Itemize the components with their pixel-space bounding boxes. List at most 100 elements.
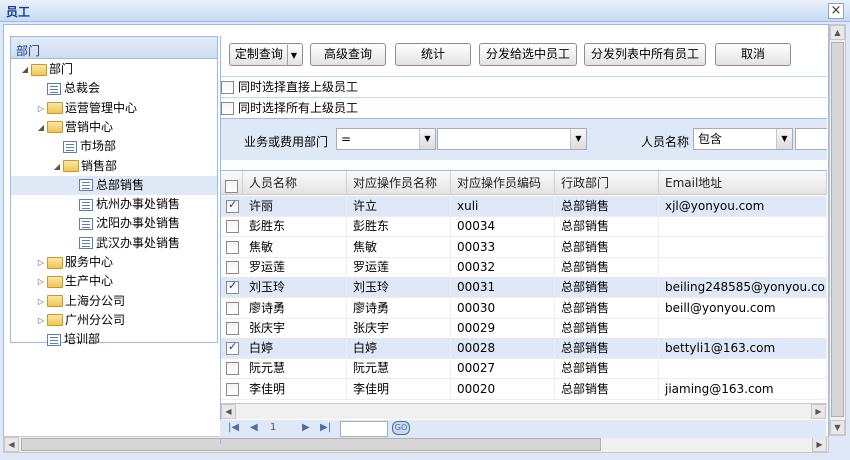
expand-icon[interactable]: ▷ [35, 311, 47, 330]
vertical-scroll-thumb[interactable] [831, 42, 844, 417]
cell-name: 李佳明 [243, 378, 347, 400]
tree-node[interactable]: ▷ 上海分公司 [35, 292, 125, 311]
table-row[interactable]: 廖诗勇 廖诗勇 00030 总部销售 beill@yonyou.com [221, 297, 827, 319]
row-checkbox[interactable] [226, 382, 239, 396]
select-all-cell[interactable] [221, 171, 243, 195]
last-page-icon[interactable]: ▶| [320, 422, 331, 433]
col-header-op-name[interactable]: 对应操作员名称 [347, 171, 451, 195]
table-row[interactable]: 彭胜东 彭胜东 00034 总部销售 [221, 216, 827, 238]
custom-query-button[interactable]: 定制查询 ▼ [229, 43, 303, 66]
page-input[interactable] [340, 421, 388, 437]
scroll-right-icon[interactable]: ▶ [811, 404, 826, 419]
cell-dept: 总部销售 [555, 358, 659, 380]
chevron-down-icon[interactable]: ▼ [570, 129, 586, 149]
cell-op-code: 00033 [451, 236, 555, 258]
row-checkbox[interactable] [226, 260, 239, 274]
table-row[interactable]: 白婷白婷00028总部销售bettyli1@163.com [221, 338, 827, 360]
row-checkbox[interactable] [226, 340, 239, 356]
tree-node[interactable]: 市场部 [51, 137, 116, 156]
scroll-up-icon[interactable]: ▲ [830, 25, 845, 40]
dept-operator-select[interactable]: = ▼ [336, 128, 436, 150]
col-header-email[interactable]: Email地址 [659, 171, 827, 195]
vertical-scrollbar[interactable]: ▲ ▼ [829, 24, 846, 436]
dispatch-all-button[interactable]: 分发列表中所有员工 [584, 43, 706, 66]
table-row[interactable]: 刘玉玲刘玉玲00031总部销售beiling248585@yonyou.com [221, 277, 827, 299]
tree-node[interactable]: ▷ 运营管理中心 [35, 99, 137, 118]
tree-node[interactable]: ◢ 销售部 [51, 157, 117, 176]
tree-node[interactable]: ▷ 生产中心 [35, 272, 113, 291]
table-row[interactable]: 罗运莲 罗运莲 00032 总部销售 [221, 256, 827, 278]
tree-node-label: 培训部 [64, 332, 101, 347]
expand-icon[interactable]: ▷ [35, 292, 47, 311]
name-operator-select[interactable]: 包含 ▼ [693, 128, 793, 150]
col-header-dept[interactable]: 行政部门 [555, 171, 659, 195]
prev-page-icon[interactable]: ◀ [250, 422, 258, 433]
table-row[interactable]: 阮元慧 阮元慧 00027 总部销售 [221, 358, 827, 380]
cell-name: 刘玉玲 [243, 277, 347, 299]
table-row[interactable]: 焦敏 焦敏 00033 总部销售 [221, 236, 827, 258]
dept-value-select[interactable]: ▼ [437, 128, 587, 150]
option-direct-superior[interactable]: 同时选择直接上级员工 [221, 76, 827, 98]
dispatch-selected-button[interactable]: 分发给选中员工 [479, 43, 577, 66]
collapse-icon[interactable]: ◢ [35, 118, 47, 137]
cell-dept: 总部销售 [555, 256, 659, 278]
pager: |◀ ◀ 1 ▶ ▶| GO [220, 420, 826, 438]
department-icon [79, 198, 93, 211]
folder-icon [47, 314, 63, 327]
collapse-icon[interactable]: ◢ [51, 157, 63, 176]
row-checkbox[interactable] [226, 279, 239, 295]
scroll-left-icon[interactable]: ◀ [4, 437, 19, 452]
tree-node-label: 营销中心 [65, 119, 114, 134]
table-row[interactable]: 许丽许立xuli总部销售xjl@yonyou.com [221, 196, 827, 217]
collapse-icon[interactable]: ◢ [19, 60, 31, 79]
cell-op-name: 彭胜东 [347, 216, 451, 238]
col-header-op-code[interactable]: 对应操作员编码 [451, 171, 555, 195]
expand-icon[interactable]: ▷ [35, 272, 47, 291]
row-checkbox[interactable] [226, 321, 239, 335]
chevron-down-icon[interactable]: ▼ [419, 129, 435, 149]
stats-button[interactable]: 统计 [395, 43, 471, 66]
tree-node[interactable]: 武汉办事处销售 [67, 234, 180, 253]
expand-icon[interactable]: ▷ [35, 99, 47, 118]
cancel-button[interactable]: 取消 [715, 43, 791, 66]
advanced-query-button[interactable]: 高级查询 [310, 43, 386, 66]
employee-grid: 人员名称 对应操作员名称 对应操作员编码 行政部门 Email地址 许丽许立xu… [221, 170, 827, 436]
tree-node[interactable]: ▷ 服务中心 [35, 253, 113, 272]
close-icon[interactable]: × [828, 3, 844, 19]
table-row[interactable]: 张庆宇 张庆宇 00029 总部销售 [221, 317, 827, 339]
scroll-down-icon[interactable]: ▼ [830, 420, 845, 435]
go-icon[interactable]: GO [392, 421, 410, 435]
folder-icon [31, 63, 47, 76]
cell-op-name: 焦敏 [347, 236, 451, 258]
expand-icon[interactable]: ▷ [35, 253, 47, 272]
option-all-superiors[interactable]: 同时选择所有上级员工 [221, 97, 827, 119]
cell-email: beiling248585@yonyou.com [659, 277, 827, 299]
chevron-down-icon[interactable]: ▼ [286, 45, 297, 66]
next-page-icon[interactable]: ▶ [302, 422, 310, 433]
select-all-checkbox[interactable] [225, 179, 238, 193]
first-page-icon[interactable]: |◀ [228, 422, 239, 433]
row-checkbox[interactable] [226, 362, 239, 376]
cell-email: xjl@yonyou.com [659, 196, 827, 217]
tree-node[interactable]: 沈阳办事处销售 [67, 214, 180, 233]
direct-superior-checkbox[interactable] [221, 81, 234, 94]
tree-node[interactable]: 杭州办事处销售 [67, 195, 180, 214]
row-checkbox[interactable] [226, 220, 239, 234]
grid-horizontal-scrollbar[interactable]: ◀ ▶ [221, 403, 827, 419]
window-titlebar: 员工 × [0, 0, 850, 22]
tree-node[interactable]: ▷ 广州分公司 [35, 311, 125, 330]
col-header-name[interactable]: 人员名称 [243, 171, 347, 195]
table-row[interactable]: 李佳明 李佳明 00020 总部销售 jiaming@163.com [221, 378, 827, 400]
tree-node[interactable]: ◢ 部门 [19, 60, 73, 79]
chevron-down-icon[interactable]: ▼ [776, 129, 792, 149]
row-checkbox[interactable] [226, 240, 239, 254]
tree-node[interactable]: 培训部 [35, 330, 100, 349]
name-value-input[interactable] [795, 128, 827, 150]
row-checkbox[interactable] [226, 301, 239, 315]
scroll-left-icon[interactable]: ◀ [221, 404, 236, 419]
all-superiors-checkbox[interactable] [221, 102, 234, 115]
tree-node[interactable]: ◢ 营销中心 [35, 118, 113, 137]
tree-node[interactable]: 总部销售 [11, 175, 217, 195]
tree-node[interactable]: 总裁会 [35, 79, 100, 98]
row-checkbox[interactable] [226, 198, 239, 213]
